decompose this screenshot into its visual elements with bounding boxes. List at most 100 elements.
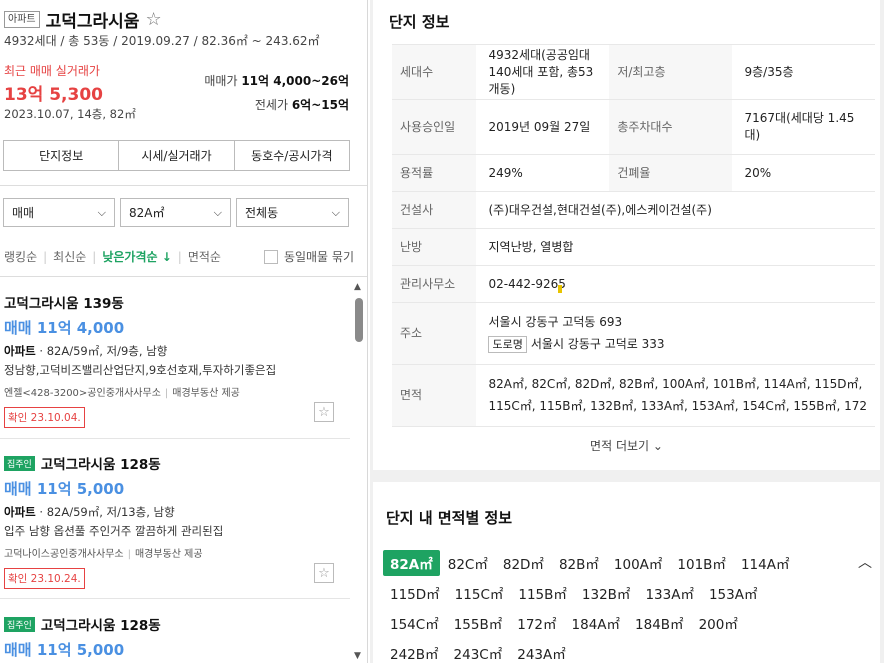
info-value: 20% (732, 154, 875, 192)
type-tag: 아파트 (4, 11, 40, 28)
arrow-up-icon[interactable]: ▲ (354, 282, 361, 292)
area-chip[interactable]: 154C㎡ (383, 610, 446, 636)
dong-select[interactable]: 전체동 ⌵ (236, 198, 349, 227)
owner-badge: 집주인 (4, 616, 35, 632)
bookmark-star-icon[interactable]: ☆ (314, 563, 334, 583)
area-chip-group: 82A㎡ 82C㎡ 82D㎡ 82B㎡ 100A㎡ 101B㎡ 114A㎡ 115D㎡ 115C… (383, 548, 853, 663)
info-value: 249% (476, 154, 610, 192)
sort-bar: 랭킹순 | 최신순 | 낮은가격순 ↓ | 면적순 동일매물 묶기 (4, 248, 354, 265)
area-chip-row: 115D㎡ 115C㎡ 115B㎡ 132B㎡ 133A㎡ 153A㎡ (383, 578, 853, 608)
area-list-value: 82A㎡, 82C㎡, 82D㎡, 82B㎡, 100A㎡, 101B㎡, 11… (476, 364, 875, 427)
complex-detail-panel: 단지 정보 세대수 4932세대(공공임대 140세대 포함, 총53개동) 저… (370, 0, 884, 663)
sort-latest[interactable]: 최신순 (53, 248, 86, 265)
info-tabs: 단지정보 시세/실거래가 동호수/공시가격 (3, 140, 350, 171)
tab-unit-price[interactable]: 동호수/공시가격 (235, 141, 349, 170)
recent-trade-price: 13억 5,300 (4, 85, 103, 105)
complex-meta: 4932세대 / 총 53동 / 2019.09.27 / 82.36㎡ ~ 2… (4, 34, 320, 48)
listing-title: 집주인 고덕그라시움 128동 (0, 453, 350, 473)
listing-panel: 아파트 고덕그라시움 ☆ 4932세대 / 총 53동 / 2019.09.27… (0, 0, 368, 663)
listing-spec: 아파트 · 82A/59㎡, 저/13층, 남향 (4, 505, 175, 519)
listing-agent: 고덕나이스공인중개사사무소 | 매경부동산 제공 (4, 549, 203, 560)
bookmark-star-icon[interactable]: ☆ (314, 402, 334, 422)
dong-value: 전체동 (245, 206, 279, 220)
listing-price: 매매 11억 4,000 (4, 319, 125, 337)
chevron-up-icon[interactable]: ︿ (858, 552, 872, 572)
info-key: 건폐율 (609, 154, 733, 192)
sale-price-range: 매매가 11억 4,000~26억 (204, 72, 349, 89)
area-chip[interactable]: 100A㎡ (607, 550, 670, 576)
area-list-line: 82A㎡, 82C㎡, 82D㎡, 82B㎡, 100A㎡, 101B㎡, 11… (488, 377, 863, 391)
area-chip[interactable]: 82D㎡ (496, 550, 551, 576)
info-key: 면적 (392, 364, 477, 427)
info-key: 주소 (392, 302, 477, 365)
listing-title: 집주인 고덕그라시움 128동 (0, 614, 350, 634)
area-chip[interactable]: 82A㎡ (383, 550, 440, 576)
area-chip[interactable]: 115D㎡ (383, 580, 447, 606)
chevron-down-icon: ⌵ (331, 205, 340, 219)
scroll-thumb[interactable] (355, 298, 363, 342)
listing-item[interactable]: 집주인 고덕그라시움 128동 매매 11억 5,000 아파트 · 82A/59… (0, 453, 350, 589)
area-chip[interactable]: 153A㎡ (702, 580, 765, 606)
info-value: 2019년 09월 27일 (476, 99, 610, 155)
divider (0, 598, 350, 599)
sale-price-value: 11억 4,000~26억 (241, 74, 349, 88)
listing-agent: 엔젤<428-3200>공인중개사사무소 | 매경부동산 제공 (4, 388, 240, 399)
chevron-down-icon: ⌵ (97, 205, 106, 219)
listing-scrollbar[interactable]: ▲ ▼ (352, 282, 366, 663)
sort-area[interactable]: 면적순 (188, 248, 221, 265)
trade-type-value: 매매 (12, 206, 35, 220)
area-chip[interactable]: 200㎡ (692, 610, 745, 636)
chevron-down-icon: ⌄ (652, 439, 663, 453)
listing-desc: 입주 남향 옵션풀 주인거주 깔끔하게 관리된집 (4, 524, 224, 538)
area-select[interactable]: 82A㎡ ⌵ (120, 198, 231, 227)
area-chip[interactable]: 172㎡ (510, 610, 563, 636)
listing-desc: 정남향,고덕비즈밸리산업단지,9호선호재,투자하기좋은집 (4, 363, 277, 377)
area-chip[interactable]: 242B㎡ (383, 640, 446, 663)
area-chip-row: 242B㎡ 243C㎡ 243A㎡ (383, 638, 853, 663)
group-checkbox[interactable] (263, 249, 278, 264)
sort-ranking[interactable]: 랭킹순 (4, 248, 37, 265)
area-chip[interactable]: 101B㎡ (670, 550, 733, 576)
lot-address: 서울시 강동구 고덕동 693 (488, 315, 623, 329)
listing-price: 매매 11억 5,000 (4, 641, 125, 659)
area-chip[interactable]: 243C㎡ (447, 640, 510, 663)
complex-info-card: 단지 정보 세대수 4932세대(공공임대 140세대 포함, 총53개동) 저… (373, 0, 880, 470)
area-chip[interactable]: 82C㎡ (441, 550, 495, 576)
area-chip[interactable]: 184A㎡ (565, 610, 628, 636)
tab-complex-info[interactable]: 단지정보 (4, 141, 120, 170)
area-chip[interactable]: 115C㎡ (448, 580, 511, 606)
area-chip[interactable]: 184B㎡ (628, 610, 691, 636)
arrow-down-icon[interactable]: ▼ (354, 651, 361, 661)
area-chip[interactable]: 115B㎡ (511, 580, 574, 606)
same-listing-group-toggle[interactable]: 동일매물 묶기 (263, 248, 354, 265)
info-key: 관리사무소 (392, 265, 477, 303)
complex-name: 고덕그라시움 (45, 12, 140, 32)
area-chip[interactable]: 132B㎡ (575, 580, 638, 606)
info-key: 건설사 (392, 191, 477, 229)
area-chip[interactable]: 114A㎡ (734, 550, 797, 576)
road-tag: 도로명 (488, 336, 527, 353)
area-more-button[interactable]: 면적 더보기 ⌄ (373, 437, 880, 454)
area-chip[interactable]: 82B㎡ (552, 550, 606, 576)
complex-header: 아파트 고덕그라시움 ☆ (4, 7, 162, 32)
recent-trade-label: 최근 매매 실거래가 (4, 64, 100, 78)
confirm-badge: 확인 23.10.04. (4, 407, 85, 428)
tab-market-price[interactable]: 시세/실거래가 (119, 141, 235, 170)
owner-badge: 집주인 (4, 455, 35, 471)
trade-type-select[interactable]: 매매 ⌵ (3, 198, 115, 227)
sort-lowest-price[interactable]: 낮은가격순 ↓ (102, 248, 171, 265)
listing-item[interactable]: 집주인 고덕그라시움 128동 매매 11억 5,000 (0, 614, 350, 660)
listing-item[interactable]: 고덕그라시움 139동 매매 11억 4,000 아파트 · 82A/59㎡, … (0, 292, 350, 428)
favorite-star-icon[interactable]: ☆ (145, 9, 161, 30)
area-chip[interactable]: 133A㎡ (638, 580, 701, 606)
area-value: 82A㎡ (129, 206, 165, 220)
jeonse-price-value: 6억~15억 (291, 98, 349, 112)
info-key: 총주차대수 (609, 99, 733, 155)
info-value: 지역난방, 열병합 (476, 228, 875, 266)
area-chip[interactable]: 155B㎡ (447, 610, 510, 636)
jeonse-price-label: 전세가 (254, 98, 288, 112)
info-key: 세대수 (392, 44, 477, 100)
info-key: 난방 (392, 228, 477, 266)
info-value: (주)대우건설,현대건설(주),에스케이건설(주) (476, 191, 875, 229)
area-chip[interactable]: 243A㎡ (510, 640, 573, 663)
